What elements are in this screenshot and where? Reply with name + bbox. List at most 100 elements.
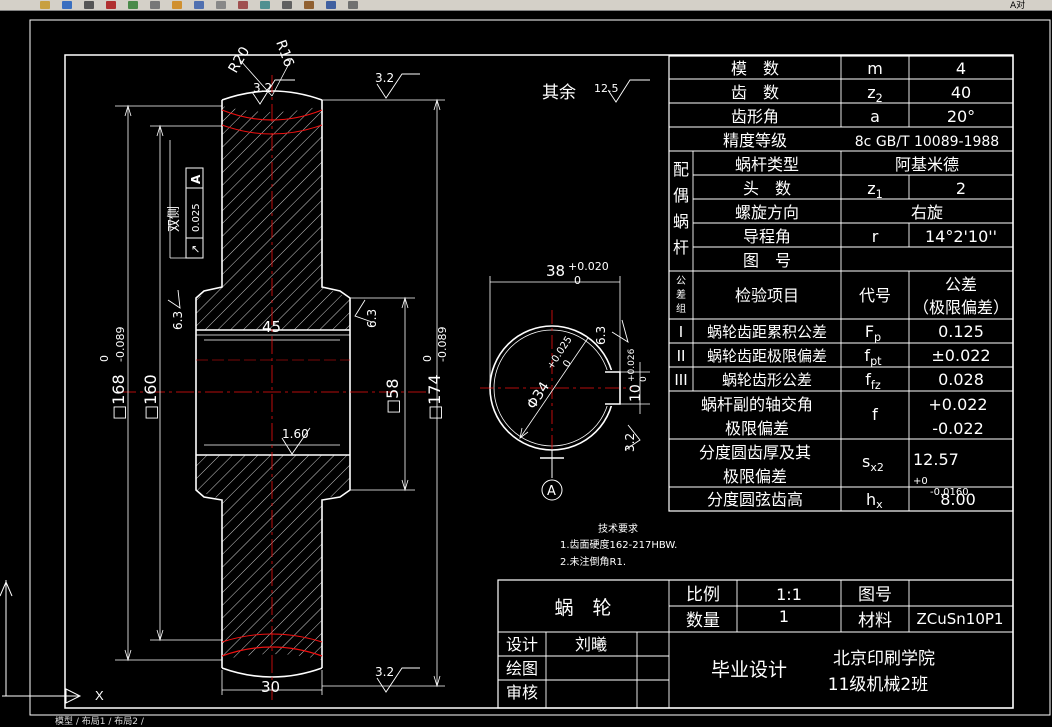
qty-label: 数量: [686, 611, 720, 631]
group-label-char: 组: [676, 302, 686, 315]
parameter-table: 模 数 m 4 齿 数 z2 40 齿形角 a 20° 精度等级 8c GB/T 10089-198…: [668, 55, 1014, 512]
inspection-rows: I 蜗轮齿距累积公差 Fp 0.125 II 蜗轮齿距极限偏差 fpt ±0.022 III 蜗轮…: [674, 322, 990, 392]
param-name: 模 数: [731, 59, 779, 78]
thickness-row-tol-upper: +0: [913, 476, 928, 487]
param-value: 20°: [947, 107, 975, 126]
radius-r16: R16: [272, 38, 296, 69]
check-label: 审核: [506, 683, 538, 702]
tolerance-side-label: 双侧: [167, 206, 182, 232]
material-label: 材料: [858, 611, 892, 631]
key-tol-upper: +0.026: [627, 348, 637, 382]
cut-icon[interactable]: [106, 1, 116, 9]
save-icon[interactable]: [62, 1, 72, 9]
param-symbol: z2: [867, 83, 883, 105]
ucs-axis-icon: X: [0, 580, 104, 704]
open-icon[interactable]: [40, 1, 50, 9]
school-name: 北京印刷学院: [833, 649, 935, 669]
inspection-name: 蜗轮齿距累积公差: [707, 323, 827, 341]
mating-value: 右旋: [911, 203, 943, 222]
roughness-top1: 3.2: [253, 81, 272, 95]
mating-label-char: 配: [673, 160, 689, 179]
mating-label-char: 蜗: [673, 212, 689, 231]
table-style-icon[interactable]: [348, 1, 358, 9]
dim-168: □168: [109, 374, 128, 420]
mating-name: 头 数: [743, 179, 791, 198]
roughness-right: 6.3: [365, 309, 379, 328]
scale-value: 1:1: [776, 585, 802, 604]
inspection-group-label: 公差组: [676, 276, 686, 315]
inspection-item-header: 检验项目: [735, 286, 799, 305]
inspection-tol-header-2: （极限偏差）: [913, 298, 1009, 317]
redo-icon[interactable]: [194, 1, 204, 9]
project-name: 毕业设计: [711, 659, 787, 681]
toolbar-text-label[interactable]: A对: [1010, 0, 1025, 10]
thickness-row-symbol: sx2: [862, 452, 884, 474]
properties-icon[interactable]: [282, 1, 292, 9]
inspection-value: ±0.022: [931, 346, 990, 365]
inspection-symbol: fpt: [864, 346, 882, 368]
datum-a-label: A: [547, 484, 556, 499]
dim-45: 45: [262, 318, 281, 336]
mating-symbol: r: [872, 227, 879, 246]
param-name: 齿形角: [731, 107, 779, 126]
draw-label: 绘图: [506, 659, 538, 678]
mating-value: 2: [956, 179, 966, 198]
dim-30: 30: [261, 678, 280, 696]
class-name: 11级机械2班: [828, 675, 928, 695]
mating-label-char: 杆: [673, 238, 689, 257]
scale-label: 比例: [686, 585, 720, 605]
copy-icon[interactable]: [128, 1, 138, 9]
axis-row-value-2: -0.022: [932, 419, 984, 438]
mating-label-char: 偶: [673, 186, 689, 205]
param-symbol: a: [870, 107, 880, 126]
group-label-char: 差: [676, 288, 686, 301]
pan-icon[interactable]: [238, 1, 248, 9]
param-symbol: m: [867, 59, 883, 78]
mating-name: 导程角: [743, 227, 791, 246]
param-value: 4: [956, 59, 966, 78]
inspection-name: 蜗轮齿距极限偏差: [707, 347, 827, 365]
axis-row-value-1: +0.022: [928, 395, 987, 414]
key-width-dim: 10: [628, 384, 644, 402]
radius-r20: R20: [226, 44, 254, 76]
dim-style-icon[interactable]: [326, 1, 336, 9]
layout-tabs[interactable]: 模型 / 布局1 / 布局2 /: [55, 714, 144, 727]
inspection-symbol: ffz: [865, 370, 881, 392]
tolerance-datum: A: [189, 174, 203, 184]
cad-drawing-canvas[interactable]: R20 R16 3.2 3.2 其余 12.5 6.3 6.3 45 1.60 …: [0, 11, 1052, 718]
thickness-row-name-1: 分度圆齿厚及其: [699, 443, 811, 462]
inspection-group: I: [679, 323, 683, 341]
surface-finish-default: 12.5: [594, 82, 619, 95]
designer-name: 刘曦: [575, 635, 607, 654]
design-label: 设计: [506, 635, 538, 654]
bore-width-tol-upper: +0.020: [568, 260, 609, 273]
zoom-icon[interactable]: [216, 1, 226, 9]
material-value: ZCuSn10P1: [917, 610, 1004, 628]
tech-req-item-2: 2.未注倒角R1.: [560, 555, 626, 568]
axis-row-name-2: 极限偏差: [725, 419, 789, 438]
param-name: 精度等级: [723, 131, 787, 150]
title-block: 蜗 轮 比例 1:1 图号 数量 1 材料 ZCuSn10P1 设计 刘曦 绘图…: [497, 579, 1014, 709]
mating-symbol: z1: [867, 179, 883, 201]
dim-168-tol-lower: -0.089: [114, 327, 127, 362]
qty-value: 1: [779, 607, 789, 626]
layer-icon[interactable]: [260, 1, 270, 9]
inspection-group: III: [674, 371, 687, 389]
inspection-code-header: 代号: [859, 286, 891, 305]
outer-border: [29, 19, 1051, 716]
text-style-icon[interactable]: [304, 1, 314, 9]
thickness-row-value: 12.57: [913, 450, 959, 469]
print-icon[interactable]: [84, 1, 94, 9]
axis-row-name-1: 蜗杆副的轴交角: [701, 395, 813, 414]
geometric-tolerance-frame: [169, 140, 204, 259]
part-name: 蜗 轮: [554, 597, 611, 619]
chord-row-value: 8.00: [940, 490, 976, 509]
paste-icon[interactable]: [150, 1, 160, 9]
tolerance-value: 0.025: [191, 203, 202, 232]
mating-group-label: 配偶蜗杆: [673, 160, 689, 257]
undo-icon[interactable]: [172, 1, 182, 9]
param-name: 齿 数: [731, 83, 779, 102]
inspection-group: II: [677, 347, 686, 365]
params-rows: 模 数 m 4 齿 数 z2 40 齿形角 a 20° 精度等级 8c GB/T 10089-198…: [723, 59, 999, 150]
param-value: 8c GB/T 10089-1988: [855, 134, 999, 150]
